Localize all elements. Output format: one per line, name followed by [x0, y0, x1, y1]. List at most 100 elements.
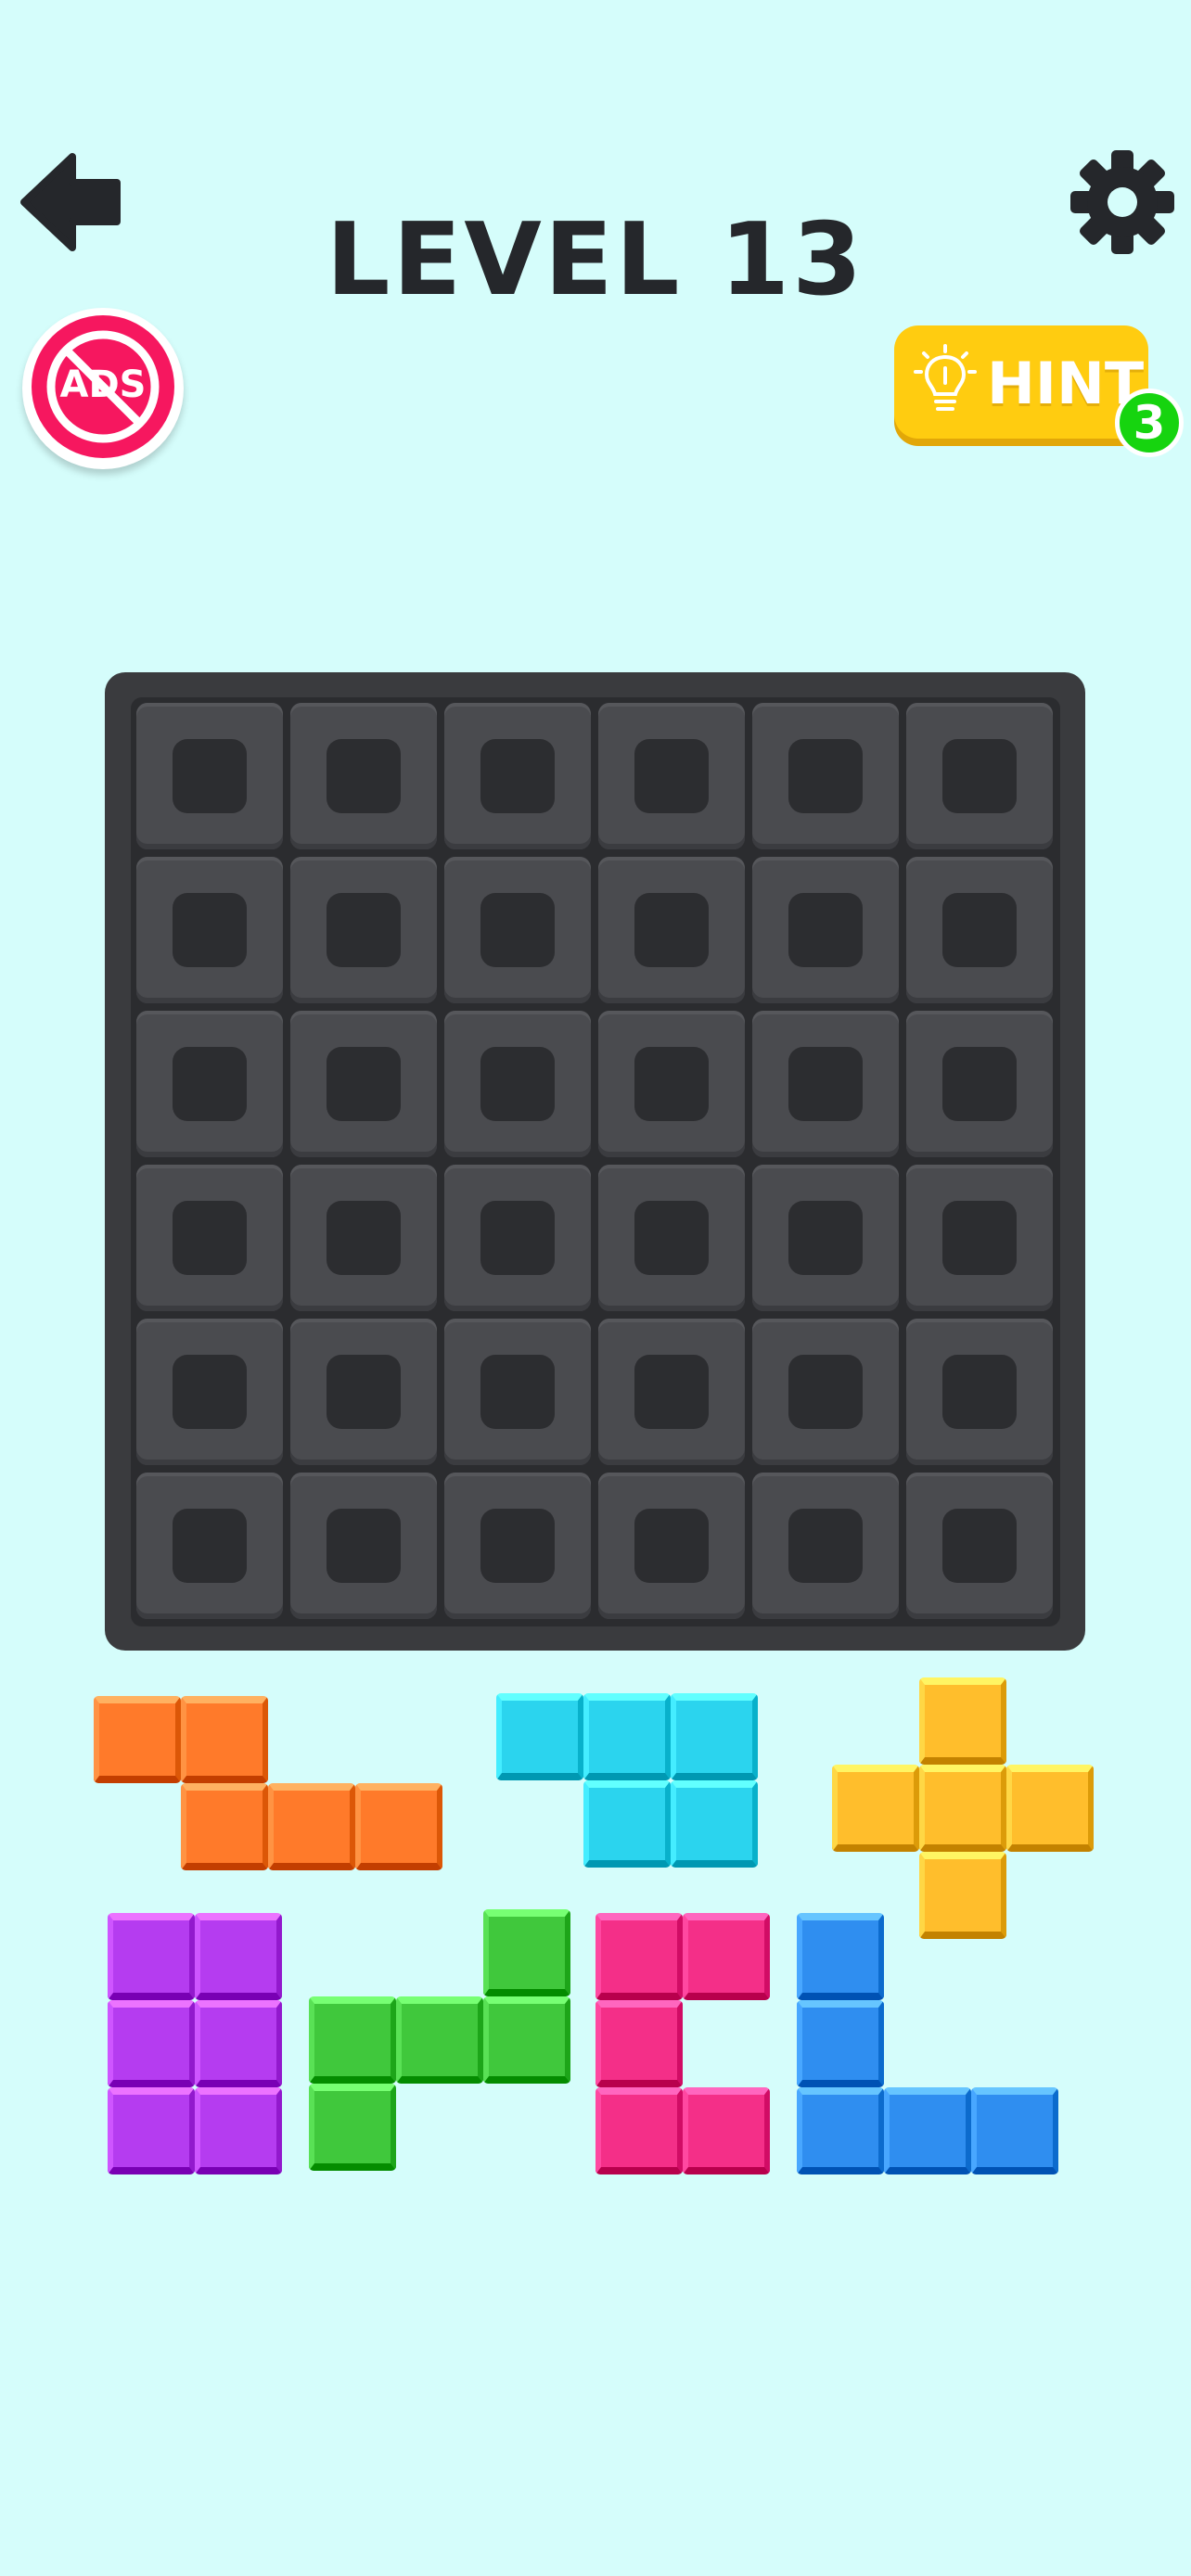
board-cell-slot: [327, 893, 401, 967]
board-cell-slot: [327, 739, 401, 813]
piece-block: [195, 2087, 282, 2174]
piece-block: [596, 2087, 683, 2174]
hint-count-badge: 3: [1115, 389, 1184, 457]
board-cell[interactable]: [906, 1011, 1053, 1157]
piece-block: [396, 1996, 483, 2084]
board-cell[interactable]: [136, 857, 283, 1003]
piece-block: [832, 1765, 919, 1852]
board-cell[interactable]: [136, 1011, 283, 1157]
board-cell-slot: [327, 1047, 401, 1121]
board-cell[interactable]: [290, 1473, 437, 1619]
piece-block: [108, 2000, 195, 2087]
board-cell[interactable]: [444, 1319, 591, 1465]
piece-block: [583, 1780, 671, 1868]
board-cell[interactable]: [752, 1319, 899, 1465]
board-cell[interactable]: [598, 1165, 745, 1311]
piece-block: [671, 1780, 758, 1868]
board-cell[interactable]: [598, 703, 745, 849]
board-cell[interactable]: [136, 703, 283, 849]
board-cell-slot: [942, 1047, 1017, 1121]
piece-block: [108, 1913, 195, 2000]
purple-piece[interactable]: [108, 1913, 282, 2174]
board-cell-slot: [480, 1509, 555, 1583]
piece-block: [919, 1677, 1006, 1765]
board-cell[interactable]: [290, 857, 437, 1003]
piece-block: [309, 1996, 396, 2084]
board-cell-slot: [173, 893, 247, 967]
board-cell-slot: [173, 739, 247, 813]
pink-piece[interactable]: [596, 1913, 770, 2174]
board-cell[interactable]: [598, 857, 745, 1003]
board-cell[interactable]: [444, 1473, 591, 1619]
piece-block: [884, 2087, 971, 2174]
board-cell[interactable]: [906, 1473, 1053, 1619]
hint-button[interactable]: HINT: [894, 325, 1148, 439]
piece-block: [583, 1693, 671, 1780]
board-cell[interactable]: [136, 1473, 283, 1619]
board-cell[interactable]: [598, 1473, 745, 1619]
board-cell-slot: [634, 1047, 709, 1121]
piece-block: [919, 1765, 1006, 1852]
board-cell[interactable]: [598, 1319, 745, 1465]
board-cell[interactable]: [444, 857, 591, 1003]
board-cell[interactable]: [290, 703, 437, 849]
board-cell[interactable]: [906, 1319, 1053, 1465]
piece-block: [195, 2000, 282, 2087]
piece-block: [797, 2000, 884, 2087]
board-cell[interactable]: [136, 1165, 283, 1311]
piece-block: [108, 2087, 195, 2174]
board-cell[interactable]: [290, 1011, 437, 1157]
board-cell-slot: [788, 1047, 863, 1121]
board-cell-slot: [788, 1201, 863, 1275]
green-piece[interactable]: [309, 1909, 570, 2171]
board-grid: [131, 697, 1060, 1626]
board-cell[interactable]: [752, 1473, 899, 1619]
piece-block: [971, 2087, 1058, 2174]
board-cell[interactable]: [444, 1011, 591, 1157]
board-cell-slot: [788, 1509, 863, 1583]
board-cell[interactable]: [906, 857, 1053, 1003]
piece-block: [181, 1783, 268, 1870]
board-cell[interactable]: [752, 703, 899, 849]
board-cell[interactable]: [444, 703, 591, 849]
board-cell[interactable]: [752, 1011, 899, 1157]
piece-block: [268, 1783, 355, 1870]
piece-block: [181, 1696, 268, 1783]
blue-piece[interactable]: [797, 1913, 1058, 2174]
board-cell[interactable]: [598, 1011, 745, 1157]
piece-block: [683, 1913, 770, 2000]
settings-button[interactable]: [1069, 148, 1176, 256]
board-cell-slot: [480, 1047, 555, 1121]
board-cell-slot: [634, 739, 709, 813]
piece-block: [496, 1693, 583, 1780]
board-cell[interactable]: [444, 1165, 591, 1311]
piece-block: [483, 1996, 570, 2084]
ads-label: ADS: [59, 363, 147, 406]
piece-block: [355, 1783, 442, 1870]
cyan-piece[interactable]: [496, 1693, 758, 1868]
piece-block: [1006, 1765, 1094, 1852]
piece-block: [483, 1909, 570, 1996]
piece-block: [797, 2087, 884, 2174]
board-cell[interactable]: [136, 1319, 283, 1465]
board-cell[interactable]: [290, 1165, 437, 1311]
remove-ads-button[interactable]: ADS: [22, 308, 184, 469]
piece-block: [309, 2084, 396, 2171]
gear-icon: [1070, 150, 1174, 254]
yellow-piece[interactable]: [832, 1677, 1094, 1939]
board-cell-slot: [942, 1509, 1017, 1583]
board-cell[interactable]: [752, 1165, 899, 1311]
piece-block: [596, 2000, 683, 2087]
orange-piece[interactable]: [94, 1696, 442, 1870]
lightbulb-icon: [914, 344, 977, 411]
level-title: LEVEL 13: [326, 202, 865, 318]
board-cell[interactable]: [752, 857, 899, 1003]
piece-block: [94, 1696, 181, 1783]
board-cell-slot: [634, 1355, 709, 1429]
board-cell[interactable]: [906, 703, 1053, 849]
board-cell[interactable]: [290, 1319, 437, 1465]
board-cell[interactable]: [906, 1165, 1053, 1311]
board-cell-slot: [942, 893, 1017, 967]
piece-block: [195, 1913, 282, 2000]
board-cell-slot: [173, 1355, 247, 1429]
